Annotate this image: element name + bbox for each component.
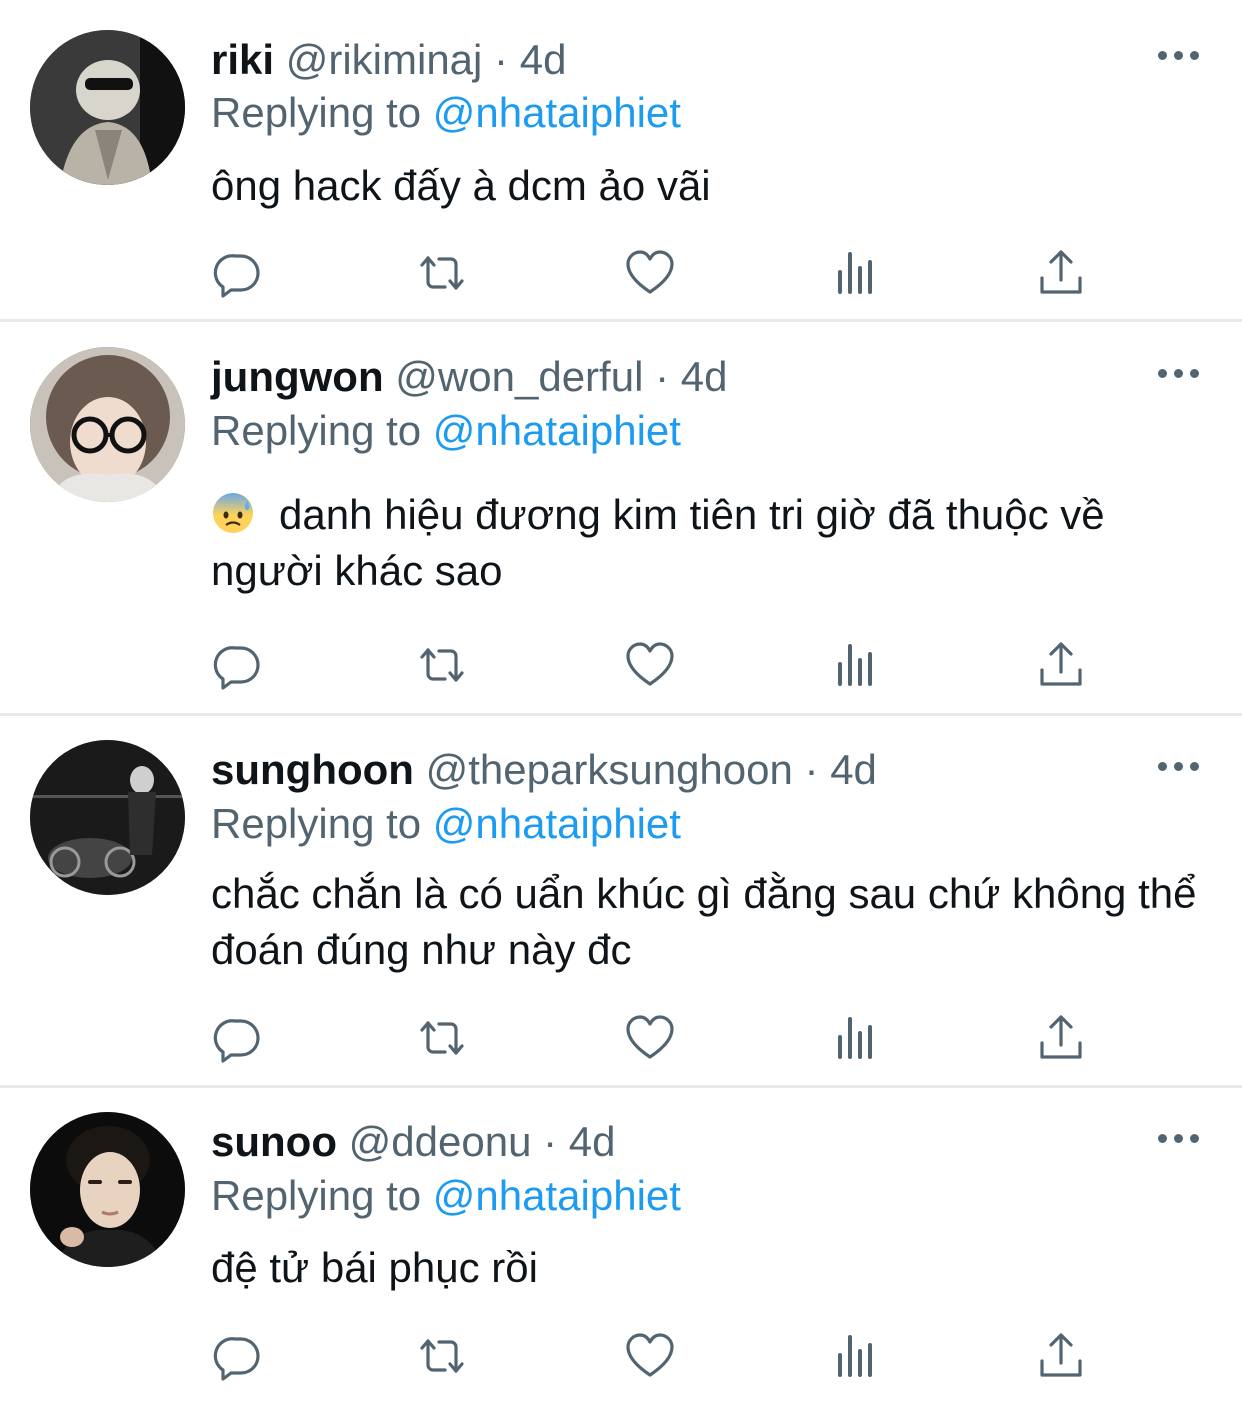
- display-name[interactable]: sunghoon: [211, 746, 414, 793]
- tweet-header: sunoo @ddeonu · 4d: [211, 1117, 616, 1167]
- handle[interactable]: @won_derful: [395, 353, 643, 400]
- more-icon[interactable]: [1158, 49, 1200, 63]
- reply-feed: riki @rikiminaj · 4d Replying to @nhatai…: [0, 0, 1242, 1403]
- separator-dot: ·: [804, 746, 819, 793]
- mention-link[interactable]: @nhataiphiet: [433, 800, 681, 847]
- share-icon[interactable]: [1036, 640, 1086, 690]
- display-name[interactable]: jungwon: [211, 353, 384, 400]
- more-icon[interactable]: [1158, 367, 1200, 381]
- timestamp[interactable]: 4d: [830, 746, 877, 793]
- timestamp[interactable]: 4d: [681, 353, 728, 400]
- tweet-text: chắc chắn là có uẩn khúc gì đằng sau chứ…: [211, 870, 1197, 973]
- analytics-icon[interactable]: [831, 640, 881, 690]
- timestamp[interactable]: 4d: [569, 1118, 616, 1165]
- mention-link[interactable]: @nhataiphiet: [433, 89, 681, 136]
- reply-icon[interactable]: [213, 248, 263, 298]
- separator-dot: ·: [494, 36, 509, 83]
- more-icon[interactable]: [1158, 1132, 1200, 1146]
- tweet-body: danh hiệu đương kim tiên tri giờ đã thuộ…: [211, 487, 1201, 599]
- avatar-image-sunghoon: [30, 740, 185, 895]
- timestamp[interactable]: 4d: [520, 36, 567, 83]
- heart-icon[interactable]: [625, 640, 675, 690]
- tweet-header: riki @rikiminaj · 4d: [211, 35, 566, 85]
- heart-icon[interactable]: [625, 1013, 675, 1063]
- avatar[interactable]: [30, 347, 185, 502]
- tweet-sunoo[interactable]: sunoo @ddeonu · 4d Replying to @nhataiph…: [0, 1088, 1242, 1403]
- action-bar: [211, 640, 1091, 690]
- analytics-icon[interactable]: [831, 248, 881, 298]
- share-icon[interactable]: [1036, 1331, 1086, 1381]
- display-name[interactable]: sunoo: [211, 1118, 337, 1165]
- tweet-text: ông hack đấy à dcm ảo vãi: [211, 162, 711, 209]
- tweet-header: jungwon @won_derful · 4d: [211, 352, 727, 402]
- heart-icon[interactable]: [625, 1331, 675, 1381]
- tweet-header: sunghoon @theparksunghoon · 4d: [211, 745, 877, 795]
- share-icon[interactable]: [1036, 1013, 1086, 1063]
- handle[interactable]: @theparksunghoon: [426, 746, 793, 793]
- mention-link[interactable]: @nhataiphiet: [433, 1172, 681, 1219]
- retweet-icon[interactable]: [417, 640, 467, 690]
- tweet-text: danh hiệu đương kim tiên tri giờ đã thuộ…: [211, 491, 1105, 594]
- handle[interactable]: @rikiminaj: [286, 36, 483, 83]
- display-name[interactable]: riki: [211, 36, 274, 83]
- tweet-jungwon[interactable]: jungwon @won_derful · 4d Replying to @nh…: [0, 322, 1242, 713]
- avatar[interactable]: [30, 740, 185, 895]
- replying-label: Replying to: [211, 89, 422, 136]
- replying-label: Replying to: [211, 800, 422, 847]
- separator-dot: ·: [543, 1118, 558, 1165]
- avatar-image-jungwon: [30, 347, 185, 502]
- replying-label: Replying to: [211, 1172, 422, 1219]
- action-bar: [211, 248, 1091, 298]
- replying-to: Replying to @nhataiphiet: [211, 1171, 681, 1221]
- action-bar: [211, 1331, 1091, 1381]
- tweet-riki[interactable]: riki @rikiminaj · 4d Replying to @nhatai…: [0, 0, 1242, 320]
- separator-dot: ·: [655, 353, 670, 400]
- anxious-face-with-sweat-icon: [211, 491, 255, 535]
- handle[interactable]: @ddeonu: [349, 1118, 532, 1165]
- tweet-text: đệ tử bái phục rồi: [211, 1244, 538, 1291]
- share-icon[interactable]: [1036, 248, 1086, 298]
- replying-to: Replying to @nhataiphiet: [211, 88, 681, 138]
- tweet-sunghoon[interactable]: sunghoon @theparksunghoon · 4d Replying …: [0, 716, 1242, 1085]
- analytics-icon[interactable]: [831, 1013, 881, 1063]
- reply-icon[interactable]: [213, 640, 263, 690]
- retweet-icon[interactable]: [417, 1331, 467, 1381]
- avatar-image-riki: [30, 30, 185, 185]
- mention-link[interactable]: @nhataiphiet: [433, 407, 681, 454]
- reply-icon[interactable]: [213, 1331, 263, 1381]
- action-bar: [211, 1013, 1091, 1063]
- analytics-icon[interactable]: [831, 1331, 881, 1381]
- heart-icon[interactable]: [625, 248, 675, 298]
- avatar[interactable]: [30, 30, 185, 185]
- avatar[interactable]: [30, 1112, 185, 1267]
- replying-to: Replying to @nhataiphiet: [211, 799, 681, 849]
- more-icon[interactable]: [1158, 760, 1200, 774]
- reply-icon[interactable]: [213, 1013, 263, 1063]
- retweet-icon[interactable]: [417, 248, 467, 298]
- replying-to: Replying to @nhataiphiet: [211, 406, 681, 456]
- replying-label: Replying to: [211, 407, 422, 454]
- avatar-image-sunoo: [30, 1112, 185, 1267]
- retweet-icon[interactable]: [417, 1013, 467, 1063]
